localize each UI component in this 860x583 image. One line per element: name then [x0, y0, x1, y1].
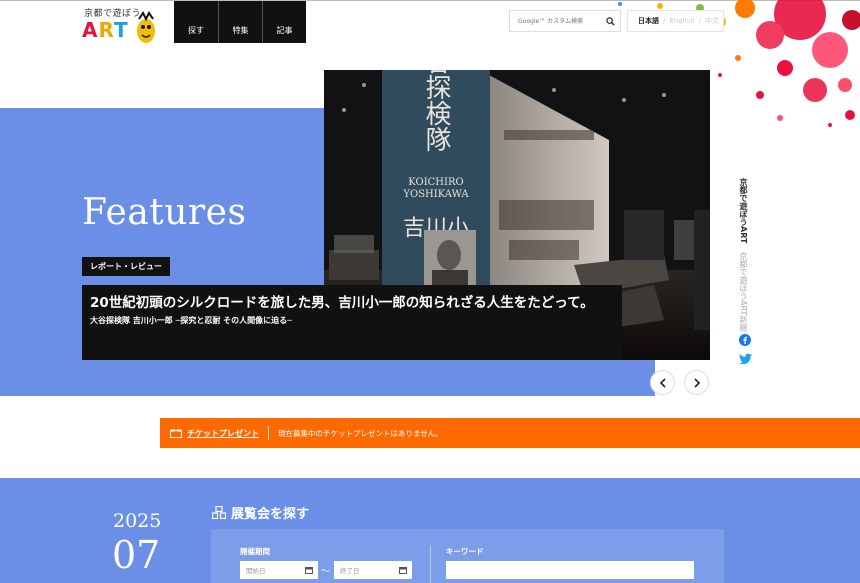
start-date-placeholder: 開始日: [246, 567, 266, 575]
form-divider: [430, 545, 431, 583]
keyword-label: キーワード: [446, 547, 484, 556]
calendar-icon: [399, 567, 407, 574]
search-icon[interactable]: [600, 11, 620, 31]
feature-subtitle: 大谷探検隊 吉川小一郎 ─探究と忍耐 その人間像に迫る─: [90, 316, 292, 325]
features-heading: Features: [82, 192, 247, 233]
lang-japanese[interactable]: 日本語: [638, 16, 659, 26]
chevron-left-icon: [659, 377, 666, 388]
chevron-right-icon: [693, 377, 700, 388]
nav-item-search[interactable]: 探す: [174, 1, 218, 43]
mascot-icon: [137, 11, 155, 43]
lang-chinese[interactable]: 中文: [705, 16, 719, 26]
search-input[interactable]: [510, 11, 600, 31]
date-range-separator: 〜: [321, 567, 331, 577]
site-logo[interactable]: 京都で遊ぼう ART: [82, 6, 158, 44]
end-date-placeholder: 終了日: [340, 567, 360, 575]
ticket-present-link[interactable]: チケットプレゼント: [187, 428, 259, 439]
banner-text: 谷探検隊: [421, 70, 451, 152]
carousel-next-button[interactable]: [684, 370, 709, 395]
building-icon: [212, 506, 226, 519]
ticket-present-bar: チケットプレゼント 現在募集中のチケットプレゼントはありません。: [160, 418, 860, 448]
site-search: [509, 10, 621, 32]
current-year: 2025: [113, 510, 162, 532]
category-badge[interactable]: レポート・レビュー: [82, 257, 170, 276]
period-label: 開催期間: [240, 547, 270, 556]
feature-title[interactable]: 20世紀初頭のシルクロードを旅した男、吉川小一郎の知られざる人生をたどって。: [90, 292, 614, 314]
start-date-field[interactable]: 開始日: [240, 561, 318, 579]
nav-item-articles[interactable]: 記事: [262, 1, 306, 43]
keyword-input[interactable]: [446, 561, 694, 579]
language-switcher: 日本語 / English / 中文: [627, 10, 724, 32]
side-link-main[interactable]: 京都で遊ぼうART: [739, 178, 748, 243]
exhibition-search-heading: 展覧会を探す: [212, 503, 309, 522]
facebook-icon[interactable]: [739, 334, 751, 346]
ticket-divider: [268, 426, 269, 440]
twitter-icon[interactable]: [739, 353, 752, 365]
lang-separator: /: [698, 17, 701, 25]
lang-english[interactable]: English: [669, 17, 694, 25]
ticket-icon: [170, 429, 182, 438]
lang-separator: /: [663, 17, 666, 25]
ticket-status-text: 現在募集中のチケットプレゼントはありません。: [278, 428, 443, 438]
calendar-icon: [305, 567, 313, 574]
page: 京都で遊ぼう ART 探す 特集 記事 日本語 / English / 中文 F…: [0, 0, 860, 583]
exhibition-search-title: 展覧会を探す: [231, 507, 310, 522]
side-link-annex[interactable]: 京都で遊ぼうART新館: [739, 252, 748, 331]
logo-text: ART: [82, 18, 129, 42]
nav-item-features[interactable]: 特集: [218, 1, 262, 43]
side-vertical-links: 京都で遊ぼうART 京都で遊ぼうART新館: [738, 178, 749, 331]
main-nav: 探す 特集 記事: [174, 1, 306, 43]
carousel-prev-button[interactable]: [650, 370, 675, 395]
banner-name-en-1: KOICHIRO: [408, 177, 463, 188]
banner-name-en-2: YOSHIKAWA: [402, 189, 469, 200]
feature-caption[interactable]: 20世紀初頭のシルクロードを旅した男、吉川小一郎の知られざる人生をたどって。 大…: [82, 285, 622, 360]
current-month: 07: [112, 533, 161, 577]
end-date-field[interactable]: 終了日: [334, 561, 412, 579]
